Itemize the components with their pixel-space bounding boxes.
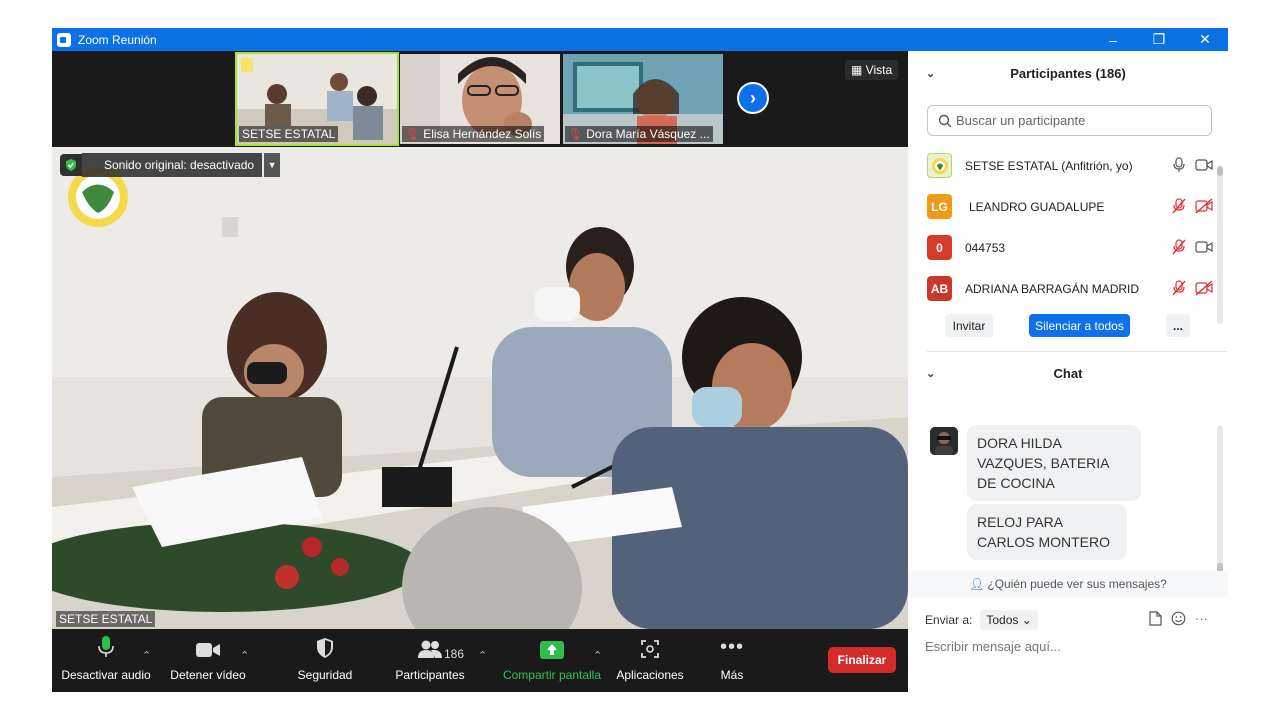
view-button[interactable]: ▦ Vista [845, 60, 899, 80]
speaker-name-label: SETSE ESTATAL [56, 611, 156, 627]
shield-icon [315, 629, 335, 663]
shield-icon [60, 154, 82, 176]
stop-video-button[interactable]: Detener vídeo [166, 629, 250, 692]
avatar [927, 153, 952, 178]
chat-message-input[interactable]: Escribir mensaje aquí... [925, 639, 1061, 654]
original-sound-badge[interactable]: Sonido original: desactivado ▼ [60, 153, 281, 177]
share-options-caret-icon[interactable]: ⌃ [593, 649, 602, 662]
chat-title: Chat [1053, 365, 1083, 381]
audio-options-caret-icon[interactable]: ⌃ [142, 649, 151, 662]
participants-header: ⌄ Participantes (186) [908, 53, 1228, 93]
video-camera-icon[interactable] [1195, 157, 1213, 173]
original-sound-label: Sonido original: desactivado [82, 153, 263, 177]
chat-scrollbar[interactable] [1217, 425, 1223, 573]
security-button[interactable]: Seguridad [290, 629, 360, 692]
apps-button[interactable]: Aplicaciones [614, 629, 686, 692]
thumbnail-label: SETSE ESTATAL [239, 126, 339, 142]
participant-list: SETSE ESTATAL (Anfitrión, yo) LG LEANDRO… [908, 145, 1218, 309]
avatar: LG [927, 194, 952, 219]
video-filmstrip: SETSE ESTATAL 🎙︎ Elisa Hernández Solís 🎙… [52, 51, 908, 147]
more-dots-icon: ••• [719, 636, 744, 658]
chat-tools: ··· [1149, 611, 1208, 626]
share-screen-icon [540, 629, 564, 663]
end-meeting-button[interactable]: Finalizar [828, 647, 896, 673]
active-speaker-video: Sonido original: desactivado ▼ SETSE EST… [52, 147, 908, 629]
chevron-down-icon[interactable]: ⌄ [926, 67, 935, 80]
participant-count: 186 [444, 647, 465, 661]
mute-all-button[interactable]: Silenciar a todos [1029, 314, 1130, 337]
thumbnail-label: 🎙︎ Dora María Vásquez ... [565, 126, 713, 142]
microphone-icon[interactable] [1172, 157, 1186, 173]
participant-row[interactable]: 0 044753 [908, 227, 1218, 268]
chevron-down-icon[interactable]: ⌄ [926, 367, 935, 380]
participants-more-button[interactable]: ... [1166, 314, 1190, 337]
mic-muted-icon[interactable] [1172, 198, 1186, 214]
participants-scrollbar-thumb[interactable] [1217, 166, 1223, 176]
share-screen-button[interactable]: Compartir pantalla [500, 629, 604, 692]
video-options-caret-icon[interactable]: ⌃ [240, 649, 249, 662]
mic-muted-icon[interactable] [1172, 239, 1186, 255]
participants-icon [417, 629, 443, 663]
apps-icon [640, 629, 660, 663]
minimize-button[interactable]: – [1090, 28, 1136, 51]
avatar: AB [927, 276, 952, 301]
mute-audio-button[interactable]: Desactivar audio [61, 629, 151, 692]
zoom-logo-icon [57, 32, 71, 47]
participant-row[interactable]: LG LEANDRO GUADALUPE [908, 186, 1218, 227]
send-to-label: Enviar a: [925, 613, 973, 627]
participants-options-caret-icon[interactable]: ⌃ [478, 649, 487, 662]
chevron-down-icon[interactable]: ▼ [264, 153, 281, 177]
emoji-icon[interactable] [1171, 611, 1186, 626]
video-thumbnail[interactable]: SETSE ESTATAL [235, 52, 399, 146]
participants-scrollbar[interactable] [1217, 166, 1223, 324]
participant-row[interactable]: SETSE ESTATAL (Anfitrión, yo) [908, 145, 1218, 186]
send-to-select[interactable]: Todos ⌄ [980, 610, 1038, 630]
window-title: Zoom Reunión [78, 32, 157, 47]
invite-button[interactable]: Invitar [945, 314, 993, 337]
meeting-controls-toolbar: Desactivar audio ⌃ Detener vídeo ⌃ Segur… [52, 629, 908, 692]
file-icon[interactable] [1149, 611, 1162, 626]
section-divider [927, 351, 1227, 352]
video-camera-icon [195, 629, 221, 663]
mic-muted-icon[interactable] [1172, 280, 1186, 296]
grid-icon: ▦ [851, 63, 866, 77]
participants-title: Participantes (186) [1010, 65, 1126, 81]
title-bar: Zoom Reunión – ❐ ✕ [52, 28, 1228, 51]
chat-message: DORA HILDA VAZQUES, BATERIA DE COCINA [967, 425, 1141, 501]
participant-search-input[interactable]: Buscar un participante [927, 105, 1212, 136]
more-button[interactable]: ••• Más [712, 629, 752, 692]
right-sidebar: ⌄ Participantes (186) Buscar un particip… [908, 51, 1228, 692]
video-thumbnail[interactable]: 🎙︎ Elisa Hernández Solís [400, 54, 560, 144]
video-off-icon[interactable] [1195, 198, 1213, 214]
chat-message: RELOJ PARA CARLOS MONTERO [967, 504, 1127, 560]
microphone-icon [98, 629, 114, 663]
meeting-room-video-image [52, 147, 908, 629]
chat-header: ⌄ Chat [908, 353, 1228, 393]
video-camera-icon[interactable] [1195, 239, 1213, 255]
avatar [930, 427, 958, 455]
next-page-arrow-icon[interactable]: › [737, 82, 769, 114]
close-button[interactable]: ✕ [1182, 28, 1228, 51]
participant-row[interactable]: AB ADRIANA BARRAGÁN MADRID [908, 268, 1218, 309]
chevron-down-icon: ⌄ [1021, 613, 1032, 627]
search-placeholder: Buscar un participante [956, 113, 1086, 128]
search-icon [938, 114, 952, 127]
who-can-see-messages-link[interactable]: 👤︎ ¿Quién puede ver sus mensajes? [908, 571, 1228, 597]
more-dots-icon[interactable]: ··· [1195, 611, 1208, 626]
video-thumbnail[interactable]: 🎙︎ Dora María Vásquez ... [563, 54, 723, 144]
video-area: SETSE ESTATAL 🎙︎ Elisa Hernández Solís 🎙… [52, 51, 908, 692]
mic-muted-icon: 🎙︎ [568, 127, 584, 141]
person-icon: 👤︎ [969, 577, 985, 591]
thumbnail-label: 🎙︎ Elisa Hernández Solís [402, 126, 545, 142]
avatar: 0 [927, 235, 952, 260]
send-to-row: Enviar a: Todos ⌄ [925, 610, 1038, 630]
zoom-window: Zoom Reunión – ❐ ✕ SETSE ESTATAL 🎙︎ Elis… [52, 28, 1228, 692]
video-off-icon[interactable] [1195, 280, 1213, 296]
mic-muted-icon: 🎙︎ [405, 127, 421, 141]
restore-button[interactable]: ❐ [1136, 28, 1182, 51]
